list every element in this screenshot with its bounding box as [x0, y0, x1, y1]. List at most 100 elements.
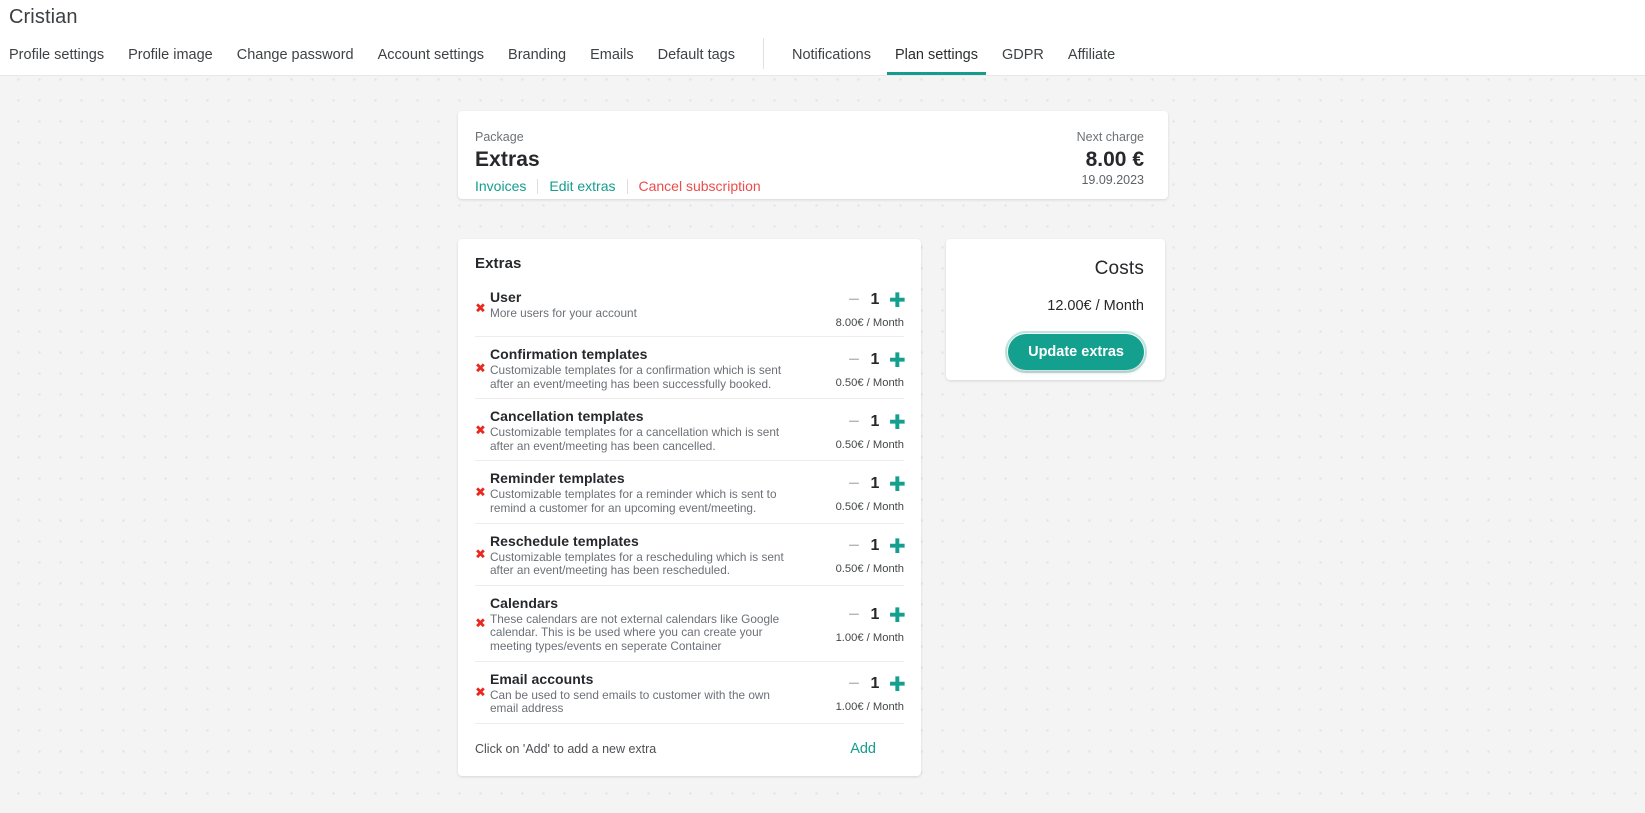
remove-extra-icon[interactable]: ✖ [475, 303, 486, 316]
extra-name: Confirmation templates [490, 346, 648, 362]
extra-row: ✖ Reminder templates Customizable template… [475, 460, 906, 522]
increment-button[interactable]: ✚ [889, 605, 906, 625]
decrement-button[interactable]: − [847, 536, 861, 556]
decrement-button[interactable]: − [847, 290, 861, 310]
extra-price: 0.50€ / Month [835, 438, 904, 451]
quantity-value: 1 [870, 474, 880, 492]
tab-profile-image[interactable]: Profile image [116, 34, 225, 75]
remove-extra-icon[interactable]: ✖ [475, 618, 486, 631]
tab-gdpr[interactable]: GDPR [990, 34, 1056, 75]
extra-description: These calendars are not external calenda… [490, 611, 780, 653]
settings-tabbar: Profile settings Profile image Change pass… [0, 34, 1127, 75]
extras-list: ✖ User More users for your account −1 ✚ 8.00€… [475, 286, 906, 723]
quantity-stepper: −1 ✚ [847, 473, 906, 495]
decrement-button[interactable]: − [847, 674, 861, 694]
next-charge-amount: 8.00 € [1085, 148, 1144, 171]
quantity-stepper: −1 ✚ [847, 289, 906, 311]
tab-affiliate[interactable]: Affiliate [1056, 34, 1127, 75]
remove-extra-icon[interactable]: ✖ [475, 549, 486, 562]
package-action-separator [626, 178, 628, 194]
decrement-button[interactable]: − [847, 412, 861, 432]
quantity-value: 1 [870, 412, 880, 430]
increment-button[interactable]: ✚ [889, 412, 906, 432]
quantity-stepper: −1 ✚ [847, 604, 906, 626]
extra-details: ✖ Reminder templates Customizable template… [475, 470, 792, 515]
quantity-value: 1 [870, 350, 880, 368]
package-action-separator [537, 178, 539, 194]
extra-row: ✖ Calendars These calendars are not extern… [475, 584, 906, 661]
extra-price: 0.50€ / Month [835, 376, 904, 389]
extra-details: ✖ Email accounts Can be used to send email… [475, 671, 792, 716]
extra-details: ✖ Reschedule templates Customizable templa… [475, 533, 792, 578]
tab-change-password[interactable]: Change password [225, 34, 366, 75]
extra-details: ✖ Calendars These calendars are not extern… [475, 595, 792, 654]
extra-name: Email accounts [490, 670, 594, 687]
tab-account-settings[interactable]: Account settings [366, 34, 496, 75]
extra-name: Reminder templates [490, 470, 625, 487]
decrement-button[interactable]: − [847, 350, 861, 370]
package-actions: Invoices Edit extras Cancel subscription [475, 178, 761, 194]
add-extra-link[interactable]: Add [850, 741, 904, 757]
page-header: Cristian Profile settings Profile image Ch… [0, 0, 1645, 76]
extra-row: ✖ User More users for your account −1 ✚ 8.00€… [475, 286, 906, 336]
quantity-stepper: −1 ✚ [847, 411, 906, 433]
quantity-value: 1 [870, 291, 880, 308]
tab-profile-settings[interactable]: Profile settings [0, 34, 116, 75]
remove-extra-icon[interactable]: ✖ [475, 687, 486, 700]
extra-price: 0.50€ / Month [835, 563, 904, 576]
tab-notifications[interactable]: Notifications [780, 34, 883, 75]
extra-details: ✖ Cancellation templates Customizable temp… [475, 408, 792, 453]
package-name: Extras [475, 148, 540, 171]
extra-name: User [490, 289, 522, 305]
extra-description: Customizable templates for a reschedulin… [490, 549, 784, 578]
decrement-button[interactable]: − [847, 605, 861, 625]
quantity-stepper: −1 ✚ [847, 349, 906, 371]
extra-name: Reschedule templates [490, 532, 639, 549]
extra-description: Can be used to send emails to customer w… [490, 687, 770, 716]
increment-button[interactable]: ✚ [889, 290, 906, 310]
extra-price: 1.00€ / Month [835, 701, 904, 714]
increment-button[interactable]: ✚ [889, 474, 906, 494]
package-action-invoices[interactable]: Invoices [475, 178, 526, 194]
quantity-value: 1 [870, 537, 880, 555]
extras-footer-hint: Click on 'Add' to add a new extra [475, 741, 657, 756]
extra-description: Customizable templates for a cancellatio… [490, 425, 780, 453]
increment-button[interactable]: ✚ [889, 536, 906, 556]
extras-footer: Click on 'Add' to add a new extra Add [475, 722, 904, 776]
extra-row: ✖ Confirmation templates Customizable temp… [475, 336, 906, 398]
remove-extra-icon[interactable]: ✖ [475, 424, 486, 437]
next-charge-date: 19.09.2023 [1081, 173, 1144, 187]
extra-controls: −1 ✚ 1.00€ / Month [792, 671, 906, 716]
extra-controls: −1 ✚ 0.50€ / Month [792, 533, 906, 578]
update-extras-button[interactable]: Update extras [1005, 331, 1147, 373]
package-info: Package Extras Invoices Edit extras Cancel… [475, 130, 761, 199]
increment-button[interactable]: ✚ [889, 350, 906, 370]
extra-price: 0.50€ / Month [835, 500, 904, 513]
tab-emails[interactable]: Emails [578, 34, 646, 75]
extra-row: ✖ Email accounts Can be used to send email… [475, 660, 906, 723]
extras-card: Extras ✖ User More users for your account −… [458, 239, 921, 776]
tab-plan-settings[interactable]: Plan settings [883, 34, 990, 75]
next-charge-label: Next charge [1076, 130, 1144, 144]
tab-separator [762, 38, 764, 69]
quantity-value: 1 [870, 606, 880, 624]
decrement-button[interactable]: − [847, 474, 861, 494]
extra-description: More users for your account [490, 306, 637, 320]
remove-extra-icon[interactable]: ✖ [475, 486, 486, 499]
package-action-edit-extras[interactable]: Edit extras [549, 178, 615, 194]
extra-controls: −1 ✚ 0.50€ / Month [792, 346, 906, 391]
quantity-value: 1 [870, 675, 880, 693]
increment-button[interactable]: ✚ [889, 674, 906, 694]
extra-controls: −1 ✚ 0.50€ / Month [792, 470, 906, 515]
page-title: Cristian [9, 6, 78, 28]
extra-controls: −1 ✚ 8.00€ / Month [792, 289, 906, 329]
package-action-cancel-subscription[interactable]: Cancel subscription [639, 178, 761, 194]
tab-branding[interactable]: Branding [496, 34, 578, 75]
tab-default-tags[interactable]: Default tags [646, 34, 747, 75]
costs-amount: 12.00€ / Month [1047, 298, 1144, 314]
extra-row: ✖ Reschedule templates Customizable templa… [475, 522, 906, 585]
extra-price: 1.00€ / Month [835, 632, 904, 645]
extra-description: Customizable templates for a reminder wh… [490, 487, 777, 515]
remove-extra-icon[interactable]: ✖ [475, 362, 486, 375]
extra-controls: −1 ✚ 0.50€ / Month [792, 408, 906, 453]
